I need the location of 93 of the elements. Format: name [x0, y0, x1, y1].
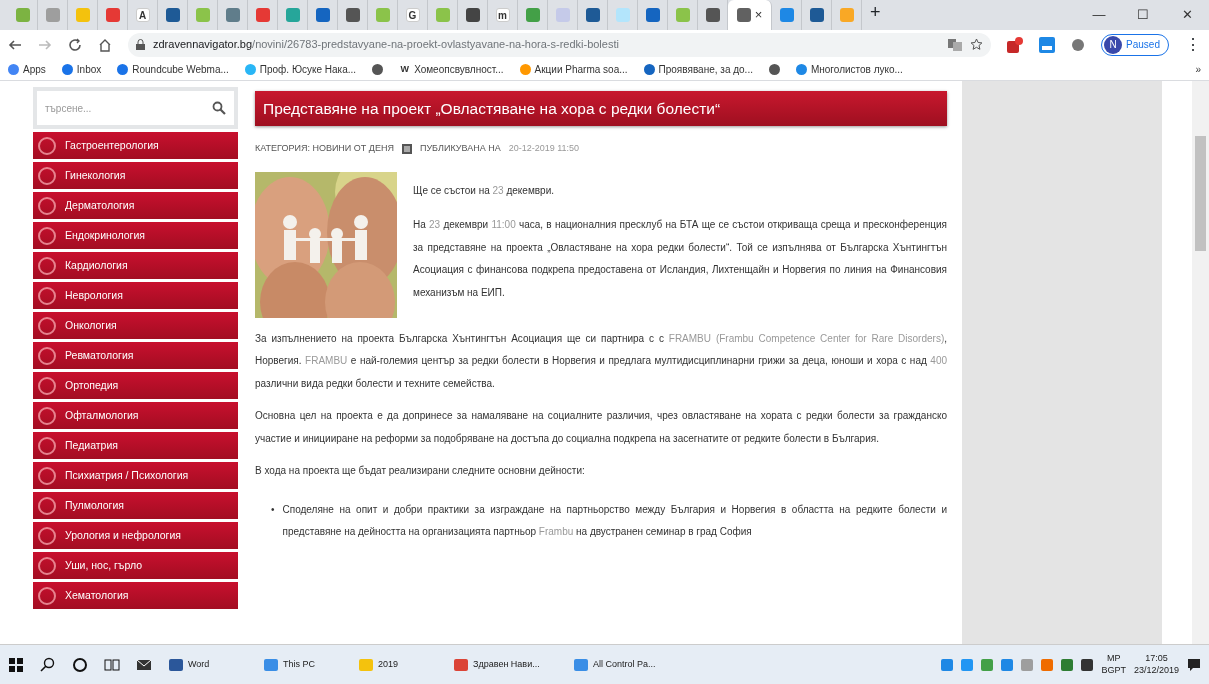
sidebar-item[interactable]: Кардиология — [33, 252, 238, 279]
sidebar-item[interactable]: Психиатрия / Психология — [33, 462, 238, 489]
paragraph: За изпълнението на проекта Българска Хънтингтън Асоциация ще си партнира с с FRAMBU (Frambu Competence Center for Rare Disorders), Норвегия. FRAMBU е най-големия център за редки болести в Норвегия и предлага мултидисциплинарни грижи за деца, юноши и хора с над 400 различни вида редки болести и техните семейства. — [255, 331, 947, 391]
clock[interactable]: 17:05 23/12/2019 — [1133, 653, 1179, 676]
bookmark-icon[interactable] — [372, 64, 384, 75]
bookmark[interactable]: W Хомеопсвувлност... — [399, 62, 504, 77]
scrollbar[interactable] — [1192, 81, 1209, 644]
taskbar-app[interactable]: Здравен Нави... — [445, 644, 565, 684]
url-text: zdravennavigator.bg/novini/26783-predstavyane-na-proekt-ovlastyavane-na-hora-s-redki-bolesti — [153, 37, 619, 53]
windows-icon[interactable] — [8, 656, 24, 673]
task-view-icon[interactable] — [104, 656, 120, 673]
paragraph: В хода на проекта ще бъдат реализирани следните основни дейности: — [255, 464, 586, 479]
minimize-button[interactable]: — — [1077, 5, 1121, 25]
tray-icon[interactable] — [1081, 658, 1094, 671]
lock-icon — [136, 39, 145, 50]
sidebar-item[interactable]: Неврология — [33, 282, 238, 309]
sidebar-item[interactable]: Урология и нефрология — [33, 522, 238, 549]
extension-icon[interactable] — [1039, 36, 1056, 53]
sidebar-item[interactable]: Педиатрия — [33, 432, 238, 459]
taskbar-app[interactable]: This PC — [255, 644, 350, 684]
circle-icon — [37, 135, 57, 156]
extension-icon[interactable] — [1007, 36, 1024, 53]
language-indicator[interactable]: МР BGPT — [1101, 653, 1126, 676]
more-bookmarks-button[interactable]: » — [1195, 62, 1201, 77]
circle-icon — [37, 375, 57, 396]
scrollbar-thumb[interactable] — [1195, 136, 1206, 251]
reload-icon[interactable] — [68, 37, 82, 52]
bookmark[interactable]: Roundcube Webma... — [117, 62, 229, 77]
sidebar-item[interactable]: Гастроентерология — [33, 132, 238, 159]
category-label: КАТЕГОРИЯ: НОВИНИ ОТ ДЕНЯ — [255, 142, 394, 156]
circle-icon — [37, 525, 57, 546]
favicon: m — [495, 8, 510, 22]
calendar-icon — [401, 144, 412, 154]
sidebar-item[interactable]: Дерматология — [33, 192, 238, 219]
translate-icon[interactable] — [948, 38, 963, 51]
sidebar-item[interactable]: Гинекология — [33, 162, 238, 189]
back-icon[interactable] — [8, 37, 22, 52]
taskbar-app[interactable]: All Control Pa... — [565, 644, 685, 684]
bullet-marker: • — [271, 502, 275, 517]
taskbar-app[interactable]: 2019 — [350, 644, 445, 684]
close-button[interactable]: ✕ — [1165, 5, 1209, 25]
close-button[interactable]: × — [754, 5, 763, 25]
circle-icon — [37, 255, 57, 276]
circle-icon — [37, 225, 57, 246]
bookmark[interactable]: Многолистов луко... — [795, 62, 903, 77]
favicon: A — [135, 8, 150, 22]
published-date: 20-12-2019 11:50 — [508, 142, 580, 156]
bookmark[interactable]: Inbox — [61, 62, 102, 77]
circle-icon — [37, 435, 57, 456]
circle-icon — [37, 195, 57, 216]
paragraph: На 23 декември 11:00 часа, в националния пресклуб на БТА ще се състои откриваща среща и пресконференция за представяне на проекта „Овластяване на хора редки болести“. Той се изпълнява от Българска Хънтингтън Асоциация с финансова подкрепа предоставена от Исландия, Лихтенщайн и Норвегия по линия на Финансовия механизъм на ЕИП. — [413, 218, 947, 300]
menu-button[interactable]: ⋮ — [1185, 32, 1201, 57]
new-tab-button[interactable]: + — [870, 0, 881, 26]
bookmark-icon[interactable] — [768, 64, 780, 75]
maximize-button[interactable]: ☐ — [1121, 5, 1165, 25]
published-label: ПУБЛИКУВАНА НА — [419, 142, 501, 156]
bookmark[interactable]: Акции Pharma soa... — [519, 62, 628, 77]
list-item: Споделяне на опит и добри практики за изграждане на партньорство между България и Норвегия в областта на редките болести и представяне на дейността на организацията партньор Frambu на двустранен семинар в град София — [282, 502, 947, 540]
circle-icon — [37, 315, 57, 336]
circle-icon — [37, 465, 57, 486]
search-icon[interactable] — [212, 101, 226, 115]
circle-icon — [37, 285, 57, 306]
bookmark-icon: W — [399, 64, 411, 75]
circle-icon — [37, 495, 57, 516]
article-title: Представяне на проект „Овластяване на хора с редки болести“ — [255, 91, 947, 127]
bookmark[interactable]: Apps — [8, 62, 46, 77]
paragraph: Основна цел на проекта е да допринесе за намаляване на социалните различия, чрез овластяване на хората с редки болести за гражданско участие и иницииране на реформи за подобряване на достъпа до социална подкрепа на засегнатите от редките болести в България. — [255, 409, 947, 446]
search-icon[interactable] — [40, 656, 56, 673]
sidebar-item[interactable]: Пулмология — [33, 492, 238, 519]
home-icon[interactable] — [98, 37, 112, 52]
circle-icon — [37, 585, 57, 606]
star-icon[interactable] — [970, 38, 984, 51]
extension-icon[interactable] — [1071, 37, 1086, 52]
browser-tab[interactable]: × — [728, 0, 772, 30]
bookmark[interactable]: Проявяване, за до... — [643, 62, 753, 77]
bookmark[interactable]: Проф. Юсуке Нака... — [244, 62, 357, 77]
sidebar-item[interactable]: Офталмология — [33, 402, 238, 429]
sidebar-item[interactable]: Онкология — [33, 312, 238, 339]
circle-icon[interactable] — [72, 656, 88, 673]
sidebar-item[interactable]: Хематология — [33, 582, 238, 609]
sidebar-item[interactable]: Ендокринология — [33, 222, 238, 249]
sidebar-item[interactable]: Ревматология — [33, 342, 238, 369]
favicon: G — [405, 8, 420, 22]
circle-icon — [37, 345, 57, 366]
taskbar-app[interactable]: Word — [160, 644, 255, 684]
circle-icon — [37, 555, 57, 576]
circle-icon — [37, 165, 57, 186]
sidebar-item[interactable]: Ортопедия — [33, 372, 238, 399]
paragraph: Ще се състои на 23 декември. — [413, 183, 556, 198]
notification-icon[interactable] — [1187, 657, 1201, 672]
address-bar[interactable]: zdravennavigator.bg/novini/26783-predstavyane-na-proekt-ovlastyavane-na-hora-s-redki-bolesti — [128, 32, 992, 57]
circle-icon — [37, 405, 57, 426]
sidebar-item[interactable]: Уши, нос, гърло — [33, 552, 238, 579]
